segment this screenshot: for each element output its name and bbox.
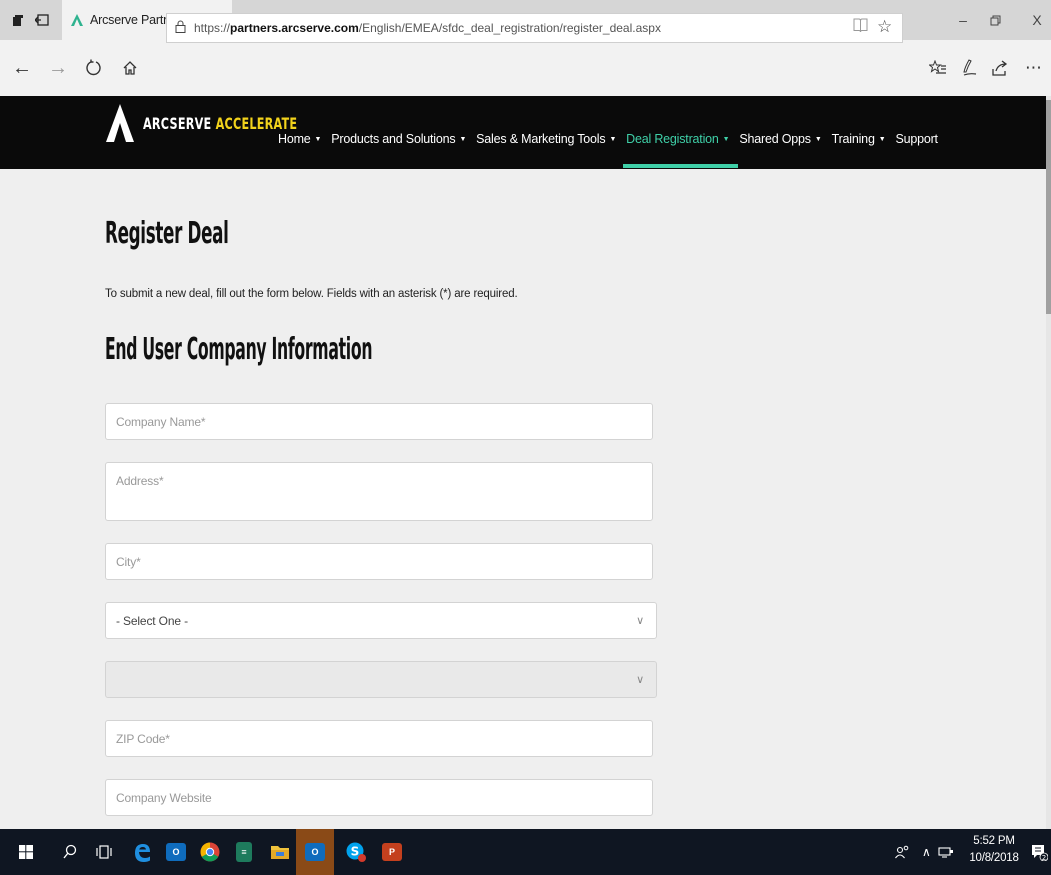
reading-view-icon[interactable] <box>853 17 868 39</box>
caret-down-icon: ▼ <box>722 135 730 143</box>
skype-icon[interactable]: S <box>340 829 372 875</box>
main-nav: Home ▼ Products and Solutions ▼ Sales & Ma… <box>278 132 948 146</box>
caret-down-icon: ▼ <box>878 135 886 143</box>
caret-down-icon: ▼ <box>314 135 322 143</box>
country-select-value: - Select One - <box>116 613 188 628</box>
company-website-input[interactable]: Company Website <box>105 779 653 816</box>
share-icon[interactable] <box>986 40 1014 96</box>
zip-code-placeholder: ZIP Code* <box>116 731 170 746</box>
more-icon[interactable]: ⋯ <box>1016 40 1051 96</box>
show-hidden-icons-icon[interactable]: ∧ <box>922 829 931 875</box>
nav-deal-registration-label: Deal Registration <box>626 132 719 146</box>
city-input[interactable]: City* <box>105 543 653 580</box>
chevron-down-icon: ∨ <box>636 614 644 627</box>
nav-training[interactable]: Training ▼ <box>832 132 886 146</box>
nav-products-and-solutions[interactable]: Products and Solutions ▼ <box>331 132 466 146</box>
zip-code-input[interactable]: ZIP Code* <box>105 720 653 757</box>
notification-count: 2 <box>1042 854 1046 861</box>
url-prefix: https:// <box>194 21 231 35</box>
url-path: /English/EMEA/sfdc_deal_registration/reg… <box>358 21 661 35</box>
calculator-icon[interactable]: ≡ <box>228 829 260 875</box>
set-tabs-aside-icon[interactable] <box>30 0 54 40</box>
nav-support-label: Support <box>895 132 938 146</box>
company-website-placeholder: Company Website <box>116 790 212 805</box>
state-select[interactable]: ∨ <box>105 661 657 698</box>
favorites-hub-icon[interactable] <box>924 40 952 96</box>
home-icon[interactable] <box>116 40 144 96</box>
nav-sales-label: Sales & Marketing Tools <box>476 132 606 146</box>
back-icon[interactable]: ← <box>8 40 36 96</box>
action-center-icon[interactable]: 2 <box>1030 829 1048 875</box>
url-domain: partners.arcserve.com <box>230 21 359 35</box>
section-title: End User Company Information <box>105 332 373 367</box>
address-input[interactable]: Address* <box>105 462 653 521</box>
caret-down-icon: ▼ <box>609 135 617 143</box>
nav-home[interactable]: Home ▼ <box>278 132 321 146</box>
nav-deal-registration[interactable]: Deal Registration ▼ <box>626 132 729 146</box>
main-content: Register Deal To submit a new deal, fill… <box>0 169 1046 829</box>
caret-down-icon: ▼ <box>814 135 822 143</box>
page-title: Register Deal <box>105 216 229 251</box>
windows-start-icon[interactable] <box>10 829 42 875</box>
cortana-search-icon[interactable] <box>54 829 86 875</box>
nav-shared-opps[interactable]: Shared Opps ▼ <box>739 132 821 146</box>
restore-icon[interactable] <box>980 0 1010 40</box>
task-view-icon[interactable] <box>88 829 120 875</box>
caret-down-icon: ▼ <box>459 135 467 143</box>
active-nav-indicator <box>623 164 738 168</box>
brand-accent: ACCELERATE <box>215 113 298 133</box>
arcserve-logo-icon <box>106 104 134 142</box>
minimize-icon[interactable]: – <box>948 0 978 40</box>
brand-main: ARCSERVE <box>143 113 216 133</box>
page-scrollbar[interactable] <box>1046 96 1051 829</box>
file-explorer-icon[interactable] <box>264 829 296 875</box>
address-bar[interactable]: https://partners.arcserve.com/English/EM… <box>166 13 903 43</box>
close-window-icon[interactable]: X <box>1022 0 1051 40</box>
outlook-ins-icon[interactable]: O <box>296 829 334 875</box>
tabs-aside-icon[interactable] <box>6 0 30 40</box>
nav-sales-marketing-tools[interactable]: Sales & Marketing Tools ▼ <box>476 132 616 146</box>
nav-home-label: Home <box>278 132 311 146</box>
notes-pen-icon[interactable] <box>956 40 984 96</box>
chrome-icon[interactable] <box>194 829 226 875</box>
nav-products-label: Products and Solutions <box>331 132 456 146</box>
site-header: ARCSERVE ACCELERATE Home ▼ Products and S… <box>0 96 1046 169</box>
people-icon[interactable] <box>894 829 910 875</box>
clock-time: 5:52 PM <box>973 835 1015 847</box>
form-instructions: To submit a new deal, fill out the form … <box>105 288 518 300</box>
company-name-placeholder: Company Name* <box>116 414 206 429</box>
browser-toolbar: ← → <box>0 40 1051 96</box>
arcserve-favicon-icon <box>71 14 83 26</box>
outlook-icon[interactable]: O <box>160 829 192 875</box>
nav-training-label: Training <box>831 132 875 146</box>
forward-icon[interactable]: → <box>44 40 72 96</box>
clock-date: 10/8/2018 <box>969 852 1019 864</box>
edge-icon[interactable] <box>126 829 158 875</box>
city-placeholder: City* <box>116 554 141 569</box>
system-clock[interactable]: 5:52 PM 10/8/2018 <box>962 833 1026 867</box>
powerpoint-icon[interactable]: P <box>376 829 408 875</box>
company-name-input[interactable]: Company Name* <box>105 403 653 440</box>
network-icon[interactable] <box>938 829 954 875</box>
favorite-star-icon[interactable]: ☆ <box>877 17 892 37</box>
lock-icon <box>175 20 186 36</box>
nav-shared-opps-label: Shared Opps <box>739 132 811 146</box>
chevron-down-icon: ∨ <box>636 673 644 686</box>
country-select[interactable]: - Select One - ∨ <box>105 602 657 639</box>
scrollbar-thumb[interactable] <box>1046 100 1051 314</box>
svg-text:S: S <box>351 845 360 859</box>
refresh-icon[interactable] <box>80 40 108 96</box>
nav-support[interactable]: Support <box>895 132 938 146</box>
brand-text: ARCSERVE ACCELERATE <box>143 114 297 133</box>
address-placeholder: Address* <box>116 474 164 488</box>
